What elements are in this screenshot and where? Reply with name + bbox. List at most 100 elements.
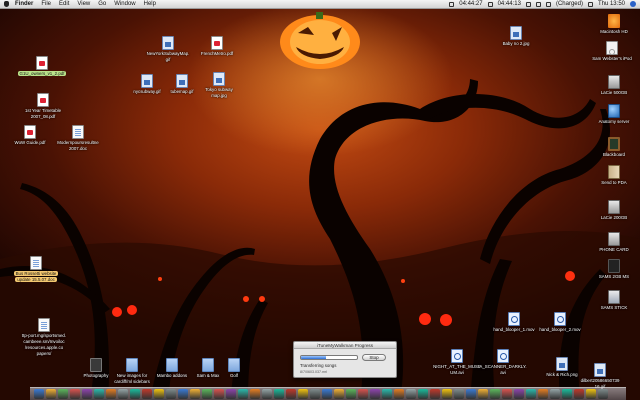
desktop-icon-pdf[interactable]: G1U_owners_v1_2.pdf: [14, 56, 70, 76]
file-hand-blooper-2[interactable]: hand_blooper_2.mov: [532, 312, 588, 332]
desktop-icon-french-metro[interactable]: FrenchMetro.pdf: [189, 36, 245, 56]
dock-item[interactable]: [274, 389, 284, 399]
dock-item[interactable]: [562, 389, 572, 399]
battery-icon[interactable]: [545, 1, 551, 7]
apple-icon[interactable]: [4, 1, 9, 7]
desktop-icon-weblocs[interactable]: ttp-port.mg/sportsmed. cambeee.sm/Invoil…: [16, 318, 72, 356]
dock-item[interactable]: [478, 389, 488, 399]
dock-item[interactable]: [130, 389, 140, 399]
dock-item[interactable]: [538, 389, 548, 399]
menu-datetime[interactable]: Thu 13:50: [598, 0, 625, 9]
dock-item[interactable]: [70, 389, 80, 399]
image-icon: [556, 357, 568, 371]
dock-item[interactable]: [298, 389, 308, 399]
volume-sams-2gb[interactable]: SAMS 2GB MS: [586, 259, 640, 279]
dock-item[interactable]: [490, 389, 500, 399]
dock-item[interactable]: [358, 389, 368, 399]
dock-item[interactable]: [406, 389, 416, 399]
dock-item[interactable]: [166, 389, 176, 399]
dock-item[interactable]: [442, 389, 452, 399]
battery-status[interactable]: (Charged): [556, 0, 583, 9]
dock-item[interactable]: [334, 389, 344, 399]
wifi-icon[interactable]: [525, 1, 531, 7]
dock-item[interactable]: [526, 389, 536, 399]
stop-button[interactable]: Stop: [362, 354, 386, 361]
dock-item[interactable]: [430, 389, 440, 399]
dock-item[interactable]: [190, 389, 200, 399]
volume-macintosh-hd[interactable]: Macintosh HD: [586, 12, 640, 34]
dock-item[interactable]: [514, 389, 524, 399]
dock-item[interactable]: [598, 389, 608, 399]
blackboard[interactable]: Blackboard: [586, 135, 640, 157]
volume-lacie-200[interactable]: LaCie 200GB: [586, 197, 640, 220]
dock-item[interactable]: [586, 389, 596, 399]
volume-ipod[interactable]: Sam Webster's iPod: [584, 41, 640, 61]
dock-item[interactable]: [34, 389, 44, 399]
dock-item[interactable]: [262, 389, 272, 399]
desktop-icon-ny-subway[interactable]: NewYorkSubwayMap. gif: [140, 36, 196, 62]
dock: [30, 387, 626, 400]
desktop-icon-timetable[interactable]: 1st Year Timetable 2007_08.pdf: [15, 93, 71, 119]
dock-item[interactable]: [202, 389, 212, 399]
spotlight-icon[interactable]: [630, 1, 636, 7]
file-dilbert[interactable]: dilbert20586650739 16.gif: [572, 363, 628, 389]
dock-item[interactable]: [550, 389, 560, 399]
dock-item[interactable]: [118, 389, 128, 399]
phone-icon: [608, 259, 620, 273]
dock-item[interactable]: [502, 389, 512, 399]
dock-item[interactable]: [226, 389, 236, 399]
icon-label: NewYorkSubwayMap.: [146, 51, 190, 56]
file-scanner-darkly[interactable]: A_SCANNER_DARKLY. avi: [475, 349, 531, 375]
dock-item[interactable]: [178, 389, 188, 399]
dock-item[interactable]: [214, 389, 224, 399]
icon-label: 1st Year Timetable: [24, 108, 62, 113]
volume-anatomy-server[interactable]: Anatomy server: [586, 104, 640, 124]
menu-edit[interactable]: Edit: [59, 0, 69, 9]
sync-icon[interactable]: [449, 1, 455, 7]
flag-icon[interactable]: [587, 1, 593, 7]
dock-item[interactable]: [82, 389, 92, 399]
dock-item[interactable]: [142, 389, 152, 399]
dock-item[interactable]: [46, 389, 56, 399]
desktop-icon-modernism-doc[interactable]: Modernpoursresultne 2007.doc: [50, 125, 106, 151]
dock-item[interactable]: [370, 389, 380, 399]
menu-view[interactable]: View: [77, 0, 90, 9]
dock-item[interactable]: [322, 389, 332, 399]
image-icon: [162, 36, 174, 50]
desktop-icon-tokyo-map[interactable]: Tokyo subway map.jpg: [191, 72, 247, 98]
dock-item[interactable]: [58, 389, 68, 399]
dock-item[interactable]: [250, 389, 260, 399]
dock-item[interactable]: [382, 389, 392, 399]
send-to-pda[interactable]: Send to PDA: [586, 165, 640, 185]
dock-item[interactable]: [106, 389, 116, 399]
dock-item[interactable]: [454, 389, 464, 399]
desktop-icon-bus-doc[interactable]: Bus Rossetti website update 15.5.07.doc: [8, 256, 64, 282]
volume-phone-card[interactable]: PHONE CARD: [586, 229, 640, 252]
menu-file[interactable]: File: [41, 0, 51, 9]
dock-item[interactable]: [394, 389, 404, 399]
window-title[interactable]: iTuneMyWalkman Progress: [294, 342, 396, 349]
menu-clock-2[interactable]: 04:44:13: [498, 0, 521, 9]
itunemywalkman-progress-window[interactable]: iTuneMyWalkman Progress Stop Transferrin…: [293, 341, 397, 378]
volume-lacie-500[interactable]: LaCie 500GB: [586, 72, 640, 95]
dock-item[interactable]: [574, 389, 584, 399]
dock-item[interactable]: [286, 389, 296, 399]
menu-finder[interactable]: Finder: [15, 0, 33, 9]
dock-item[interactable]: [346, 389, 356, 399]
menu-window[interactable]: Window: [114, 0, 135, 9]
desktop-icon-baby[interactable]: Baby no 2.jpg: [488, 26, 544, 46]
jack-o-lantern: [280, 12, 360, 69]
volume-icon[interactable]: [535, 1, 541, 7]
dock-item[interactable]: [310, 389, 320, 399]
folder-golf[interactable]: Golf: [206, 356, 262, 378]
menu-go[interactable]: Go: [98, 0, 106, 9]
volume-sams-stick[interactable]: SAMS STICK: [586, 290, 640, 310]
dock-item[interactable]: [154, 389, 164, 399]
dock-item[interactable]: [418, 389, 428, 399]
dock-item[interactable]: [238, 389, 248, 399]
menu-help[interactable]: Help: [144, 0, 156, 9]
menu-clock-1[interactable]: 04:44:27: [459, 0, 482, 9]
timer-icon[interactable]: [487, 1, 493, 7]
dock-item[interactable]: [466, 389, 476, 399]
dock-item[interactable]: [94, 389, 104, 399]
